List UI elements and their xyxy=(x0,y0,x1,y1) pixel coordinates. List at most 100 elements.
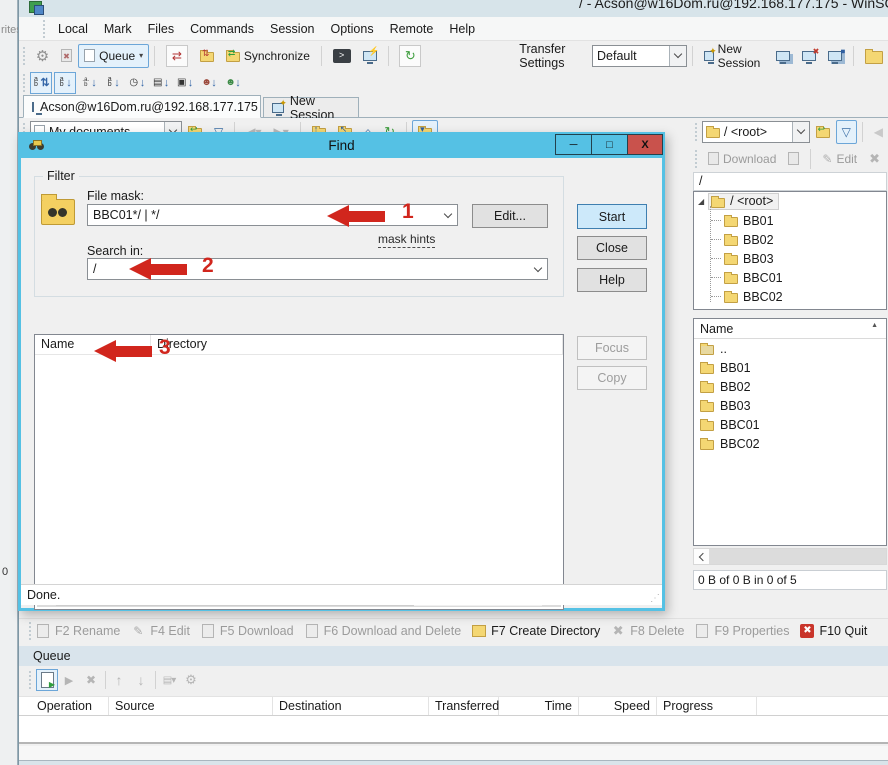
remote-path-combo[interactable]: / <root> xyxy=(702,121,810,143)
connection-button[interactable]: ⚡ xyxy=(357,44,383,68)
mask-hints-link[interactable]: mask hints xyxy=(378,232,435,248)
sort-button[interactable]: .a.b ↓ xyxy=(78,72,100,94)
tab-session[interactable]: Acson@w16Dom.ru@192.168.177.175 xyxy=(23,95,261,118)
save-session-button[interactable]: ■ xyxy=(822,44,848,68)
function-key-button[interactable]: F7 Create Directory xyxy=(472,624,600,638)
queue-column-header[interactable]: Source xyxy=(109,697,273,715)
remote-path-header[interactable]: / xyxy=(693,172,887,191)
queue-column-header[interactable]: Progress xyxy=(657,697,757,715)
remote-directory-tree[interactable]: ◢ / <root> BB01 BB02 BB03 xyxy=(693,191,887,310)
tree-node[interactable]: BBC02 xyxy=(694,287,886,306)
refresh-button[interactable]: ↻ xyxy=(393,44,427,68)
menu-item[interactable]: Local xyxy=(50,19,96,39)
function-key-button[interactable]: F8 Delete xyxy=(611,624,684,638)
maximize-button[interactable]: □ xyxy=(591,134,628,155)
chevron-down-icon[interactable] xyxy=(444,209,452,217)
tab-new-session[interactable]: ✦ New Session xyxy=(263,97,359,118)
window-titlebar[interactable]: / - Acson@w16Dom.ru@192.168.177.175 - Wi… xyxy=(19,0,888,17)
file-row[interactable]: BB03 xyxy=(694,396,886,415)
queue-toolbar-button[interactable] xyxy=(158,669,180,691)
menu-item[interactable]: Session xyxy=(262,19,322,39)
delete-button[interactable]: ✖ xyxy=(863,147,886,171)
start-button[interactable]: Start xyxy=(577,204,647,229)
menu-item[interactable]: Remote xyxy=(382,19,442,39)
remote-file-list[interactable]: Name ▲ .. BB01 BB02 BB03 xyxy=(693,318,887,546)
function-key-button[interactable]: F10 Quit xyxy=(800,624,867,638)
tree-node[interactable]: BB03 xyxy=(694,249,886,268)
remote-back-button[interactable]: ◀ xyxy=(868,120,888,144)
file-row[interactable]: BB02 xyxy=(694,377,886,396)
remote-filter-button[interactable]: ▽ xyxy=(836,120,857,144)
open-directory-button[interactable] xyxy=(859,44,888,68)
file-row[interactable]: .. xyxy=(694,339,886,358)
queue-column-header[interactable]: Destination xyxy=(273,697,429,715)
function-key-button[interactable]: F2 Rename xyxy=(36,624,120,638)
remote-open-directory-button[interactable]: ↩ xyxy=(810,120,836,144)
queue-toolbar-button[interactable] xyxy=(108,669,130,691)
sort-button[interactable]: ab ↓ xyxy=(102,72,124,94)
sort-button[interactable]: ▤ ↓ xyxy=(150,72,172,94)
queue-column-header[interactable]: Transferred xyxy=(429,697,499,715)
file-row[interactable]: BBC01 xyxy=(694,415,886,434)
close-session-button[interactable]: ✖ xyxy=(796,44,822,68)
tree-node[interactable]: BB01 xyxy=(694,211,886,230)
focus-button[interactable]: Focus xyxy=(577,336,647,360)
queue-toggle-button[interactable]: Queue ▾ xyxy=(78,44,149,68)
queue-column-header[interactable]: Time xyxy=(499,697,579,715)
edit-button[interactable]: ✎ Edit xyxy=(816,147,863,171)
menu-item[interactable]: Options xyxy=(322,19,381,39)
queue-column-header[interactable]: Speed xyxy=(579,697,657,715)
file-row[interactable]: BBC02 xyxy=(694,434,886,453)
close-window-button[interactable]: X xyxy=(627,134,663,155)
queue-toolbar-button[interactable] xyxy=(58,669,80,691)
synchronize-button[interactable]: ⇄ Synchronize xyxy=(220,44,316,68)
function-key-button[interactable]: F4 Edit xyxy=(131,624,190,638)
remote-horizontal-scrollbar[interactable] xyxy=(693,548,887,565)
download-options-button[interactable] xyxy=(782,147,805,171)
close-button[interactable]: Close xyxy=(577,236,647,260)
menu-item[interactable]: Files xyxy=(140,19,182,39)
combo-dropdown-button[interactable] xyxy=(669,46,686,66)
sort-button[interactable]: ◷ ↓ xyxy=(126,72,148,94)
menu-item[interactable]: Commands xyxy=(182,19,262,39)
open-terminal-button[interactable]: > xyxy=(327,44,357,68)
sort-button[interactable]: ☻ ↓ xyxy=(222,72,244,94)
file-list-header[interactable]: Name ▲ xyxy=(694,319,886,339)
queue-toolbar-button[interactable] xyxy=(80,669,102,691)
minimize-button[interactable]: ─ xyxy=(555,134,592,155)
menu-item[interactable]: Mark xyxy=(96,19,140,39)
results-column-header[interactable]: Directory xyxy=(151,335,563,354)
queue-list[interactable] xyxy=(19,716,888,744)
sort-button[interactable]: ab ⇅ xyxy=(30,72,52,94)
tree-node[interactable]: BB02 xyxy=(694,230,886,249)
function-key-button[interactable]: F9 Properties xyxy=(695,624,789,638)
find-results-list[interactable]: NameDirectory ❮ III ❯ xyxy=(34,334,564,610)
function-key-button[interactable]: F5 Download xyxy=(201,624,294,638)
queue-column-header[interactable]: Operation xyxy=(31,697,109,715)
new-session-button[interactable]: ✦ New Session xyxy=(698,44,771,68)
duplicate-session-button[interactable] xyxy=(770,44,796,68)
sort-button[interactable]: ☻ ↓ xyxy=(198,72,220,94)
edit-mask-button[interactable]: Edit... xyxy=(472,204,548,228)
tree-node[interactable]: BBC01 xyxy=(694,268,886,287)
help-button[interactable]: Help xyxy=(577,268,647,292)
menu-item[interactable]: Help xyxy=(441,19,483,39)
find-dialog-titlebar[interactable]: Find ─ □ X xyxy=(18,132,665,158)
file-row[interactable]: BB01 xyxy=(694,358,886,377)
download-button[interactable]: Download xyxy=(702,147,782,171)
function-key-button[interactable]: F6 Download and Delete xyxy=(305,624,462,638)
copy-button[interactable]: Copy xyxy=(577,366,647,390)
preferences-button[interactable]: ⚙ xyxy=(30,44,55,68)
compare-directories-button[interactable]: ⇅ xyxy=(194,44,220,68)
resize-grip[interactable]: ⋰ xyxy=(650,593,660,604)
queue-toolbar-button[interactable] xyxy=(180,669,202,691)
name-column-header[interactable]: Name xyxy=(700,322,733,336)
queue-toolbar-button[interactable] xyxy=(130,669,152,691)
tree-root-node[interactable]: ◢ / <root> xyxy=(694,192,886,211)
queue-panel-header[interactable]: Queue xyxy=(19,646,888,666)
sort-button[interactable]: ▣ ↓ xyxy=(174,72,196,94)
chevron-down-icon[interactable] xyxy=(534,263,542,271)
log-button[interactable]: ✖ xyxy=(55,44,78,68)
scroll-left-button[interactable] xyxy=(694,549,710,564)
sort-button[interactable]: ab ↓ xyxy=(54,72,76,94)
